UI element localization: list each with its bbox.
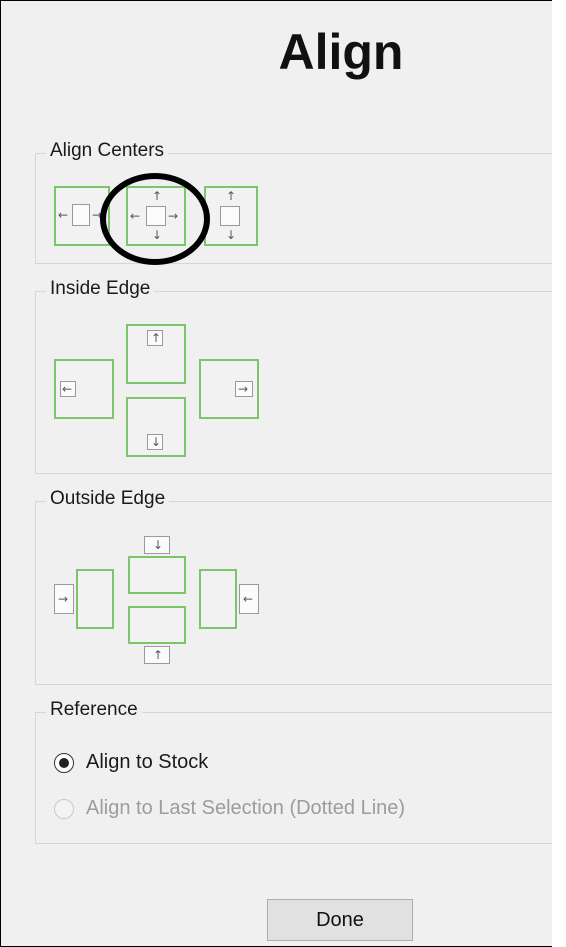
align-to-last-selection-option[interactable]: Align to Last Selection (Dotted Line)	[54, 797, 405, 820]
align-to-last-selection-label: Align to Last Selection (Dotted Line)	[86, 797, 406, 819]
arrow-up-icon: ↑	[151, 331, 162, 345]
align-to-stock-radio[interactable]	[54, 752, 74, 773]
arrow-right-icon: →	[238, 382, 249, 396]
arrow-up-icon: ↑	[153, 648, 164, 662]
arrow-down-icon: ↓	[151, 435, 162, 449]
align-centers-label: Align Centers	[46, 140, 169, 162]
arrow-right-icon: →	[92, 208, 103, 222]
window-edge	[552, 0, 566, 947]
arrow-left-icon: ←	[243, 592, 254, 606]
arrow-up-icon: ↑	[226, 189, 237, 203]
done-button[interactable]: Done	[267, 899, 413, 941]
arrow-left-icon: ←	[130, 209, 141, 223]
inside-edge-bottom-button[interactable]: ↓	[126, 397, 186, 457]
align-center-horizontal-button[interactable]: ← →	[54, 186, 110, 246]
align-to-last-selection-radio[interactable]	[54, 798, 74, 819]
arrow-down-icon: ↓	[226, 228, 237, 242]
inside-edge-right-button[interactable]: →	[199, 359, 259, 419]
arrow-left-icon: ←	[58, 208, 69, 222]
reference-group: Reference Align to Stock Align to Last S…	[35, 699, 556, 844]
outside-edge-group: Outside Edge → ↓ ↑ ←	[35, 488, 556, 685]
align-dialog: Align Align Centers ← → ↑ ↓ ← → ↑ ↓ Insi…	[0, 0, 565, 947]
arrow-right-icon: →	[168, 209, 179, 223]
inside-edge-left-button[interactable]: ←	[54, 359, 114, 419]
arrow-left-icon: ←	[62, 382, 73, 396]
inside-edge-top-button[interactable]: ↑	[126, 324, 186, 384]
inside-edge-group: Inside Edge ← ↑ ↓ →	[35, 278, 556, 474]
arrow-down-icon: ↓	[152, 228, 163, 242]
arrow-up-icon: ↑	[152, 189, 163, 203]
outside-edge-bottom-button[interactable]: ↑	[128, 606, 186, 664]
dialog-title: Align	[278, 24, 404, 80]
outside-edge-right-button[interactable]: ←	[199, 569, 259, 629]
align-centers-group: Align Centers ← → ↑ ↓ ← → ↑ ↓	[35, 140, 556, 264]
align-center-both-button[interactable]: ↑ ↓ ← →	[126, 186, 186, 246]
align-to-stock-label: Align to Stock	[86, 751, 209, 773]
reference-label: Reference	[46, 699, 142, 721]
align-to-stock-option[interactable]: Align to Stock	[54, 751, 208, 774]
align-center-vertical-button[interactable]: ↑ ↓	[204, 186, 258, 246]
outside-edge-label: Outside Edge	[46, 488, 170, 510]
arrow-right-icon: →	[58, 592, 69, 606]
outside-edge-left-button[interactable]: →	[54, 569, 114, 629]
outside-edge-top-button[interactable]: ↓	[128, 536, 186, 594]
arrow-down-icon: ↓	[153, 538, 164, 552]
inside-edge-label: Inside Edge	[46, 278, 155, 300]
